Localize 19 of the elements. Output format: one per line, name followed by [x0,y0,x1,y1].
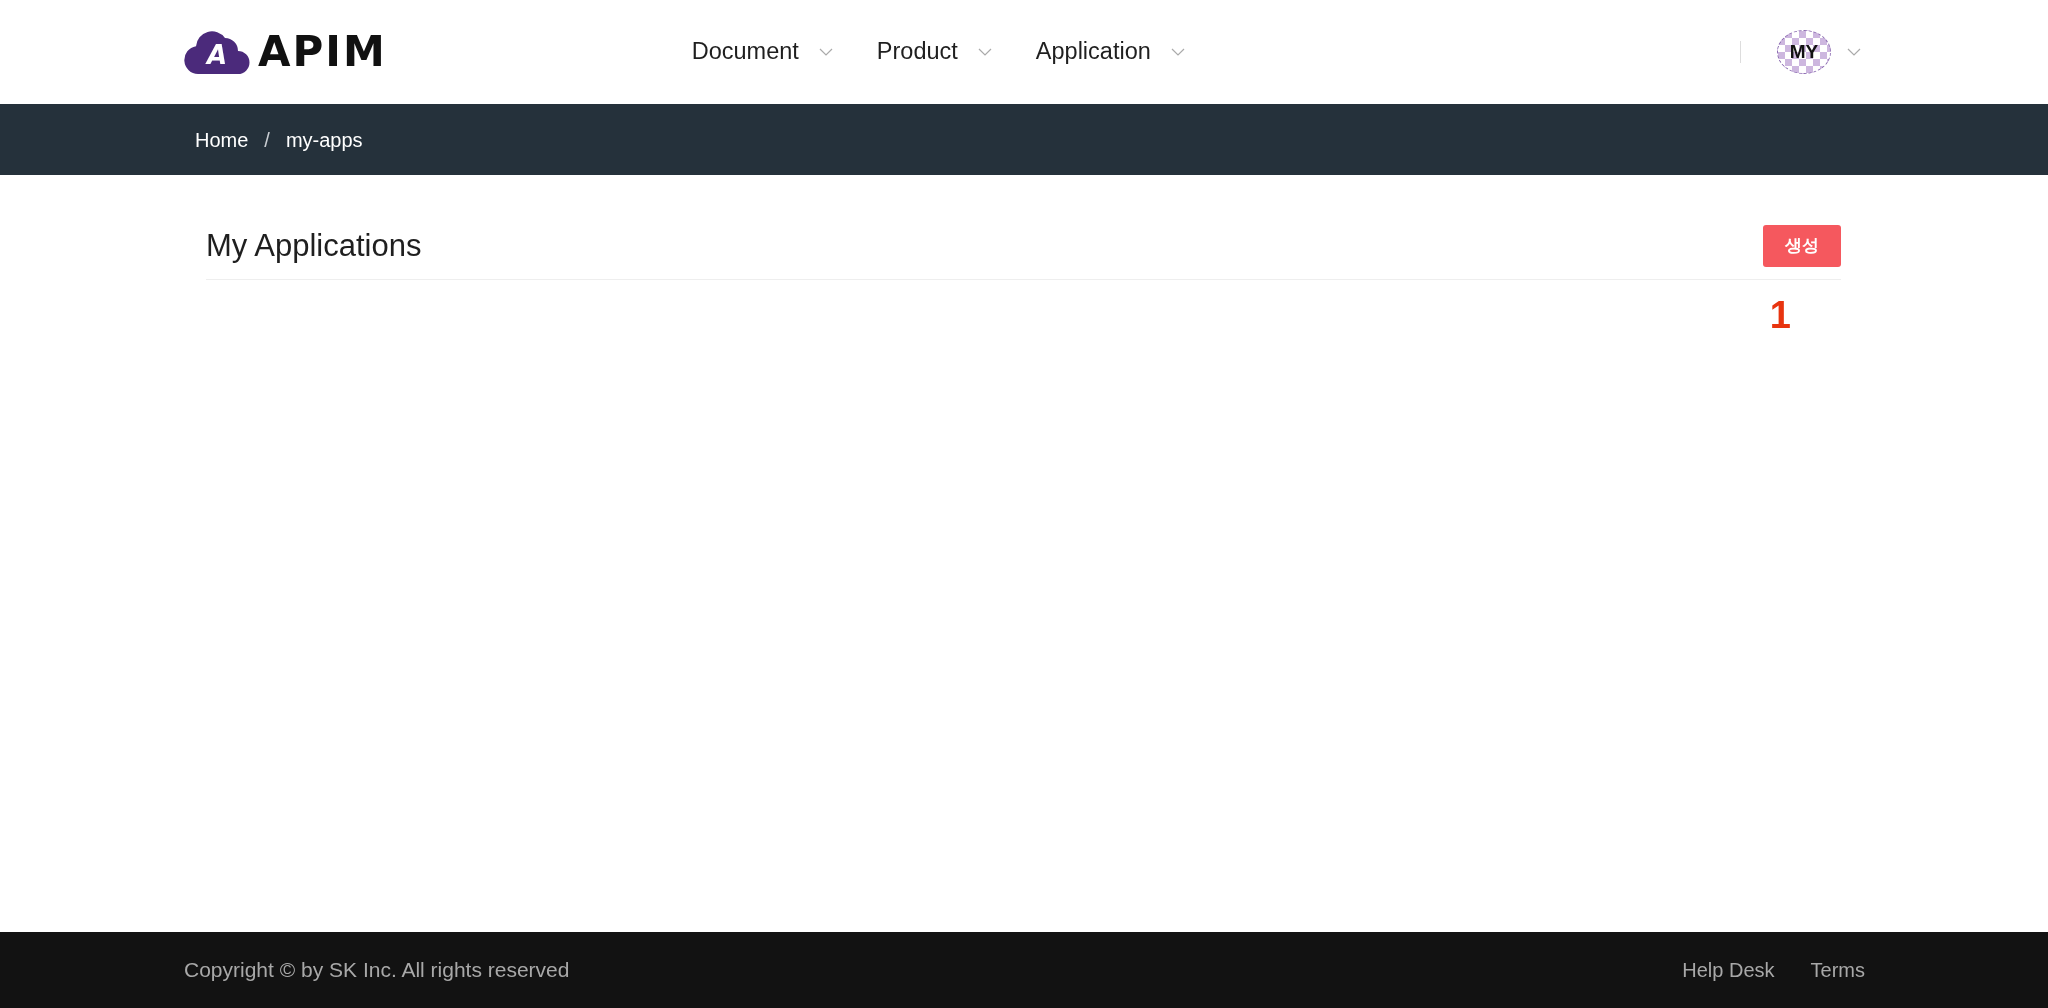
chevron-down-icon [1847,48,1861,56]
breadcrumb-link[interactable]: Home [195,124,249,155]
annotation-number: 1 [1769,296,1791,334]
breadcrumb-separator: / [264,127,270,153]
footer-link[interactable]: Terms [1810,955,1865,985]
nav-menu-item[interactable]: Application [1035,34,1185,70]
page-title: My Applications [206,227,422,265]
logo[interactable]: A APIM [184,30,387,74]
user-menu[interactable]: MY [1777,30,1861,74]
nav-menu-item[interactable]: Product [876,34,992,70]
cloud-logo-icon: A [184,30,250,74]
footer-link[interactable]: Help Desk [1682,955,1775,985]
avatar: MY [1777,30,1831,74]
copyright-text: Copyright © by SK Inc. All rights reserved [184,957,570,984]
chevron-down-icon [818,48,833,56]
nav-menu-item[interactable]: Document [691,34,833,70]
chevron-down-icon [1170,48,1185,56]
chevron-down-icon [977,48,992,56]
breadcrumb-link[interactable]: my-apps [285,124,363,155]
